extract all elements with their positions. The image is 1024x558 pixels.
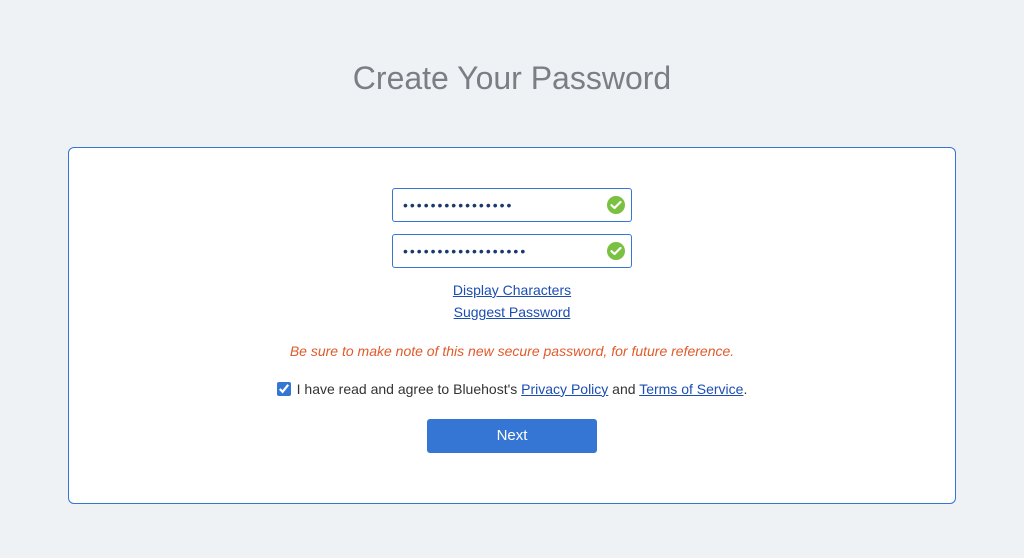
agree-suffix: . (743, 381, 747, 397)
password-input[interactable] (392, 188, 632, 222)
check-circle-icon (606, 241, 626, 261)
confirm-password-field-wrap (392, 234, 632, 268)
agree-row: I have read and agree to Bluehost's Priv… (99, 381, 925, 397)
confirm-password-input[interactable] (392, 234, 632, 268)
password-links: Display Characters Suggest Password (99, 280, 925, 325)
agree-text: I have read and agree to Bluehost's Priv… (297, 381, 748, 397)
page-title: Create Your Password (0, 0, 1024, 147)
password-card: Display Characters Suggest Password Be s… (68, 147, 956, 504)
privacy-policy-link[interactable]: Privacy Policy (521, 381, 608, 397)
next-button[interactable]: Next (427, 419, 597, 453)
display-characters-link[interactable]: Display Characters (453, 282, 571, 298)
suggest-password-link[interactable]: Suggest Password (454, 304, 571, 320)
terms-of-service-link[interactable]: Terms of Service (639, 381, 743, 397)
password-field-wrap (392, 188, 632, 222)
agree-checkbox[interactable] (277, 382, 291, 396)
password-note: Be sure to make note of this new secure … (99, 343, 925, 359)
agree-mid: and (608, 381, 639, 397)
agree-prefix: I have read and agree to Bluehost's (297, 381, 522, 397)
check-circle-icon (606, 195, 626, 215)
